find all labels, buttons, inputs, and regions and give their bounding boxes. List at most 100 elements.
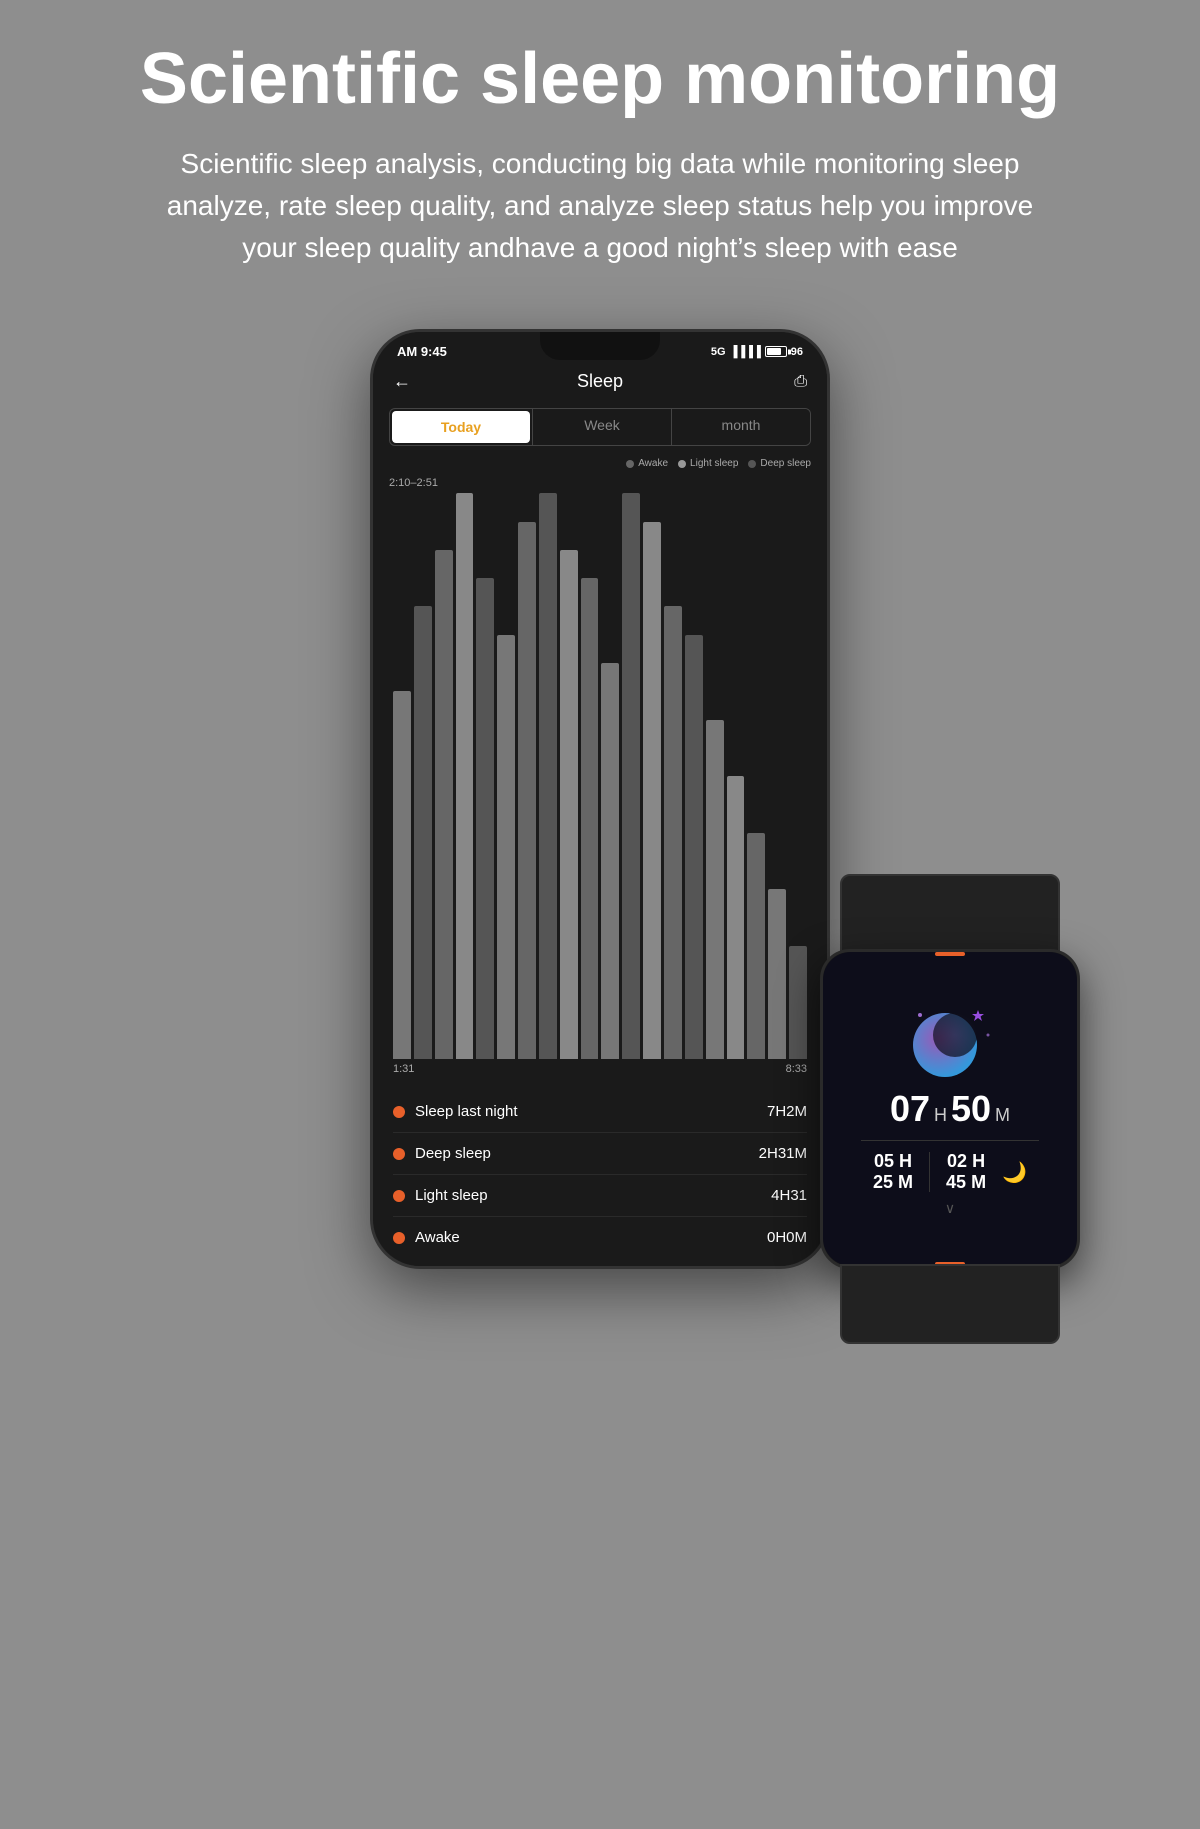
chart-canvas [389,493,811,1059]
small-moon-icon: 🌙 [1002,1160,1027,1185]
watch-band-top [840,874,1060,954]
moon-svg [900,1000,1000,1080]
watch-sub-stats: 05 H 25 M 02 H 45 M 🌙 [873,1151,1027,1193]
watch-sub-stat1-m: 25 M [873,1172,913,1193]
battery-icon [765,346,787,357]
stat-label-1: Deep sleep [415,1145,491,1162]
watch-chevron-icon: ∨ [945,1201,955,1218]
page-title: Scientific sleep monitoring [140,40,1060,119]
chart-time-labels: 1:31 8:33 [389,1059,811,1083]
stat-left-0: Sleep last night [393,1103,518,1120]
sleep-bar [664,606,682,1059]
chart-range-label: 2:10–2:51 [389,477,811,489]
sleep-bar [768,889,786,1059]
phone-notch [540,332,660,360]
stat-dot-3 [393,1232,405,1244]
watch-sub-stat-1: 05 H 25 M [873,1151,913,1193]
app-header: ← Sleep ⎙ [373,363,827,400]
watch-crown [1077,1094,1080,1124]
stat-value-0: 7H2M [767,1103,807,1120]
tab-week[interactable]: Week [532,409,671,445]
watch-accent-top [935,952,965,956]
tab-today[interactable]: Today [392,411,530,443]
status-time: AM 9:45 [397,344,447,359]
battery-percent: 96 [791,346,803,358]
sleep-bar [581,578,599,1059]
watch-main-display: 07 H 50 M [890,1088,1010,1130]
signal-icon: ▐▐▐▐ [730,346,761,358]
watch-band-bottom [840,1264,1060,1344]
battery-fill [767,348,781,355]
sleep-bar [456,493,474,1059]
stat-row-3: Awake 0H0M [393,1217,807,1258]
stat-value-3: 0H0M [767,1229,807,1246]
sleep-bar [435,550,453,1059]
sleep-bar [414,606,432,1059]
moon-graphic [900,1000,1000,1080]
watch-hours: 07 [890,1088,930,1130]
app-title: Sleep [577,371,623,392]
watch-sub-stat2-m: 45 M [946,1172,986,1193]
watch-button [1078,1046,1080,1064]
watch-divider [861,1140,1039,1141]
legend-light: Light sleep [678,458,738,469]
sleep-bar [560,550,578,1059]
stat-left-1: Deep sleep [393,1145,491,1162]
back-button[interactable]: ← [393,371,411,392]
tab-month[interactable]: month [671,409,810,445]
watch-minutes: 50 [951,1088,991,1130]
devices-container: AM 9:45 5G ▐▐▐▐ 96 ← Sleep ⎙ [60,329,1140,1269]
sleep-bars [389,493,811,1059]
stat-dot-0 [393,1106,405,1118]
sleep-bar [747,833,765,1059]
legend-light-dot [678,460,686,468]
sleep-chart: 2:10–2:51 1:31 8:33 [373,473,827,1083]
page-subtitle: Scientific sleep analysis, conducting bi… [150,143,1050,269]
network-icon: 5G [711,346,726,358]
chart-legend: Awake Light sleep Deep sleep [373,454,827,473]
watch-sub-stat2-h: 02 H [947,1151,985,1172]
sleep-bar [497,635,515,1060]
share-icon[interactable]: ⎙ [794,373,807,391]
sleep-bar [601,663,619,1059]
watch-screen: 07 H 50 M 05 H 25 M 02 H 45 M [823,952,1077,1266]
sleep-bar [685,635,703,1060]
watch-h-unit: H [934,1105,947,1126]
stat-label-0: Sleep last night [415,1103,518,1120]
chart-time-start: 1:31 [393,1063,414,1075]
watch-m-unit: M [995,1105,1010,1126]
stat-row-0: Sleep last night 7H2M [393,1091,807,1133]
sleep-bar [539,493,557,1059]
sleep-bar [789,946,807,1059]
stat-value-2: 4H31 [771,1187,807,1204]
stat-left-3: Awake [393,1229,460,1246]
stat-label-2: Light sleep [415,1187,488,1204]
legend-awake-dot [626,460,634,468]
chart-time-end: 8:33 [786,1063,807,1075]
phone-body: AM 9:45 5G ▐▐▐▐ 96 ← Sleep ⎙ [370,329,830,1269]
stat-row-2: Light sleep 4H31 [393,1175,807,1217]
phone-screen: AM 9:45 5G ▐▐▐▐ 96 ← Sleep ⎙ [373,332,827,1266]
phone-mockup: AM 9:45 5G ▐▐▐▐ 96 ← Sleep ⎙ [370,329,830,1269]
sleep-stats: Sleep last night 7H2M Deep sleep 2H31M [373,1083,827,1266]
stat-value-1: 2H31M [759,1145,807,1162]
watch-sub-stat-2: 02 H 45 M [946,1151,986,1193]
sleep-bar [393,691,411,1059]
sleep-bar [727,776,745,1059]
status-icons: 5G ▐▐▐▐ 96 [711,346,803,358]
legend-light-label: Light sleep [690,458,738,469]
stat-row-1: Deep sleep 2H31M [393,1133,807,1175]
legend-awake-label: Awake [638,458,668,469]
sleep-bar [518,522,536,1060]
stat-dot-1 [393,1148,405,1160]
legend-deep-label: Deep sleep [760,458,811,469]
legend-deep-dot [748,460,756,468]
tab-bar: Today Week month [389,408,811,446]
stat-left-2: Light sleep [393,1187,488,1204]
sleep-bar [706,720,724,1060]
watch-body: 07 H 50 M 05 H 25 M 02 H 45 M [820,949,1080,1269]
sleep-bar [643,522,661,1060]
legend-awake: Awake [626,458,668,469]
stat-dot-2 [393,1190,405,1202]
sleep-bar [622,493,640,1059]
